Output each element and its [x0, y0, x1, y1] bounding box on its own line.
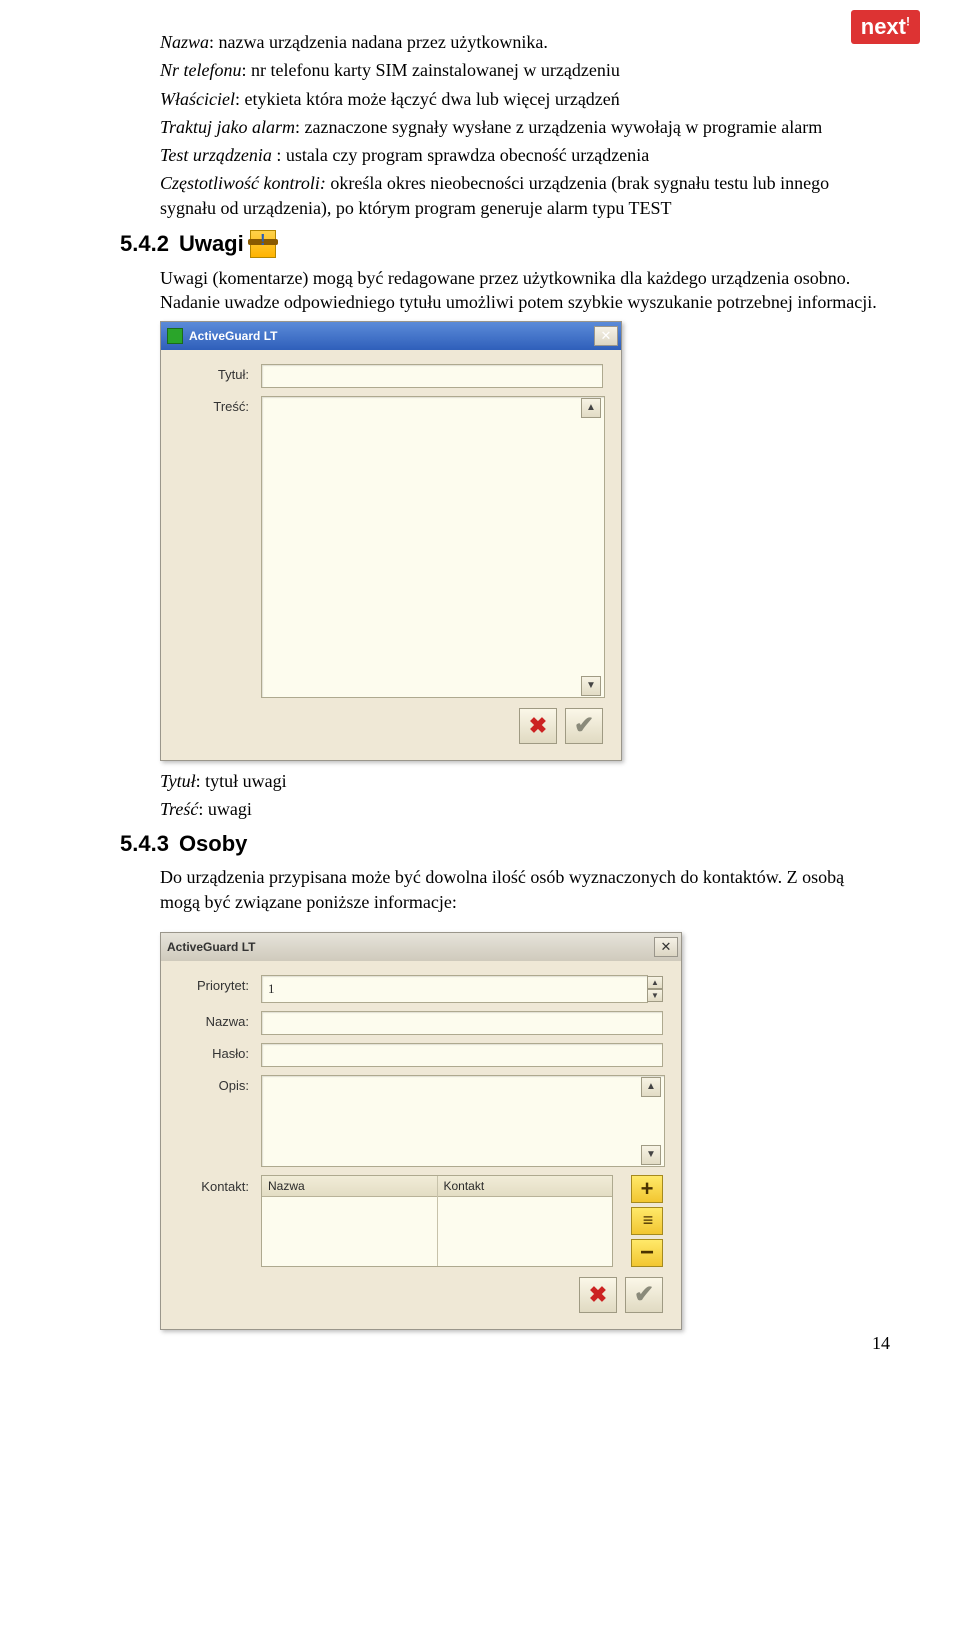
heading-osoby: 5.4.3 Osoby [120, 831, 880, 857]
tresc-label: Treść: [179, 396, 249, 414]
cancel-button[interactable]: ✖ [579, 1277, 617, 1313]
uwagi-field-desc: Tytuł: tytuł uwagi Treść: uwagi [160, 769, 880, 822]
col-nazwa-header[interactable]: Nazwa [262, 1176, 437, 1197]
priorytet-label: Priorytet: [179, 975, 249, 993]
uwagi-description: Uwagi (komentarze) mogą być redagowane p… [160, 266, 880, 315]
opis-textarea[interactable] [261, 1075, 665, 1167]
titlebar: ActiveGuard LT ✕ [161, 933, 681, 961]
kontakt-table[interactable]: Nazwa Kontakt [261, 1175, 613, 1267]
ok-button[interactable]: ✔ [565, 708, 603, 744]
close-button[interactable]: ✕ [594, 326, 618, 346]
scroll-up-button[interactable]: ▲ [581, 398, 601, 418]
nazwa-label: Nazwa: [179, 1011, 249, 1029]
tytul-label: Tytuł: [179, 364, 249, 382]
nazwa-input[interactable] [261, 1011, 663, 1035]
osoby-description: Do urządzenia przypisana może być dowoln… [160, 865, 880, 914]
spin-up-icon[interactable]: ▲ [647, 976, 663, 989]
kontakt-label: Kontakt: [179, 1175, 249, 1267]
scroll-down-button[interactable]: ▼ [641, 1145, 661, 1165]
window-title: ActiveGuard LT [189, 329, 277, 343]
intro-paragraph: Nazwa: nazwa urządzenia nadana przez uży… [160, 30, 880, 220]
edit-button[interactable]: ≡ [631, 1207, 663, 1235]
page-number: 14 [872, 1333, 890, 1354]
titlebar: ActiveGuard LT ✕ [161, 322, 621, 350]
haslo-input[interactable] [261, 1043, 663, 1067]
uwagi-dialog: ActiveGuard LT ✕ Tytuł: Treść: ▲ ▼ ✖ ✔ [160, 321, 622, 761]
priorytet-spinner[interactable]: ▲ ▼ [647, 976, 663, 1002]
osoby-dialog: ActiveGuard LT ✕ Priorytet: 1 ▲ ▼ Nazwa: [160, 932, 682, 1330]
brand-logo: next! [851, 10, 920, 44]
close-button[interactable]: ✕ [654, 937, 678, 957]
add-button[interactable]: + [631, 1175, 663, 1203]
remove-button[interactable]: − [631, 1239, 663, 1267]
haslo-label: Hasło: [179, 1043, 249, 1061]
cancel-button[interactable]: ✖ [519, 708, 557, 744]
tresc-textarea[interactable] [261, 396, 605, 698]
scroll-up-button[interactable]: ▲ [641, 1077, 661, 1097]
app-icon [167, 328, 183, 344]
spin-down-icon[interactable]: ▼ [647, 989, 663, 1002]
opis-label: Opis: [179, 1075, 249, 1093]
col-kontakt-header[interactable]: Kontakt [438, 1176, 613, 1197]
priorytet-input[interactable]: 1 [261, 975, 648, 1003]
alert-icon [250, 230, 276, 258]
heading-uwagi: 5.4.2 Uwagi [120, 230, 880, 258]
window-title: ActiveGuard LT [167, 940, 255, 954]
ok-button[interactable]: ✔ [625, 1277, 663, 1313]
scroll-down-button[interactable]: ▼ [581, 676, 601, 696]
tytul-input[interactable] [261, 364, 603, 388]
